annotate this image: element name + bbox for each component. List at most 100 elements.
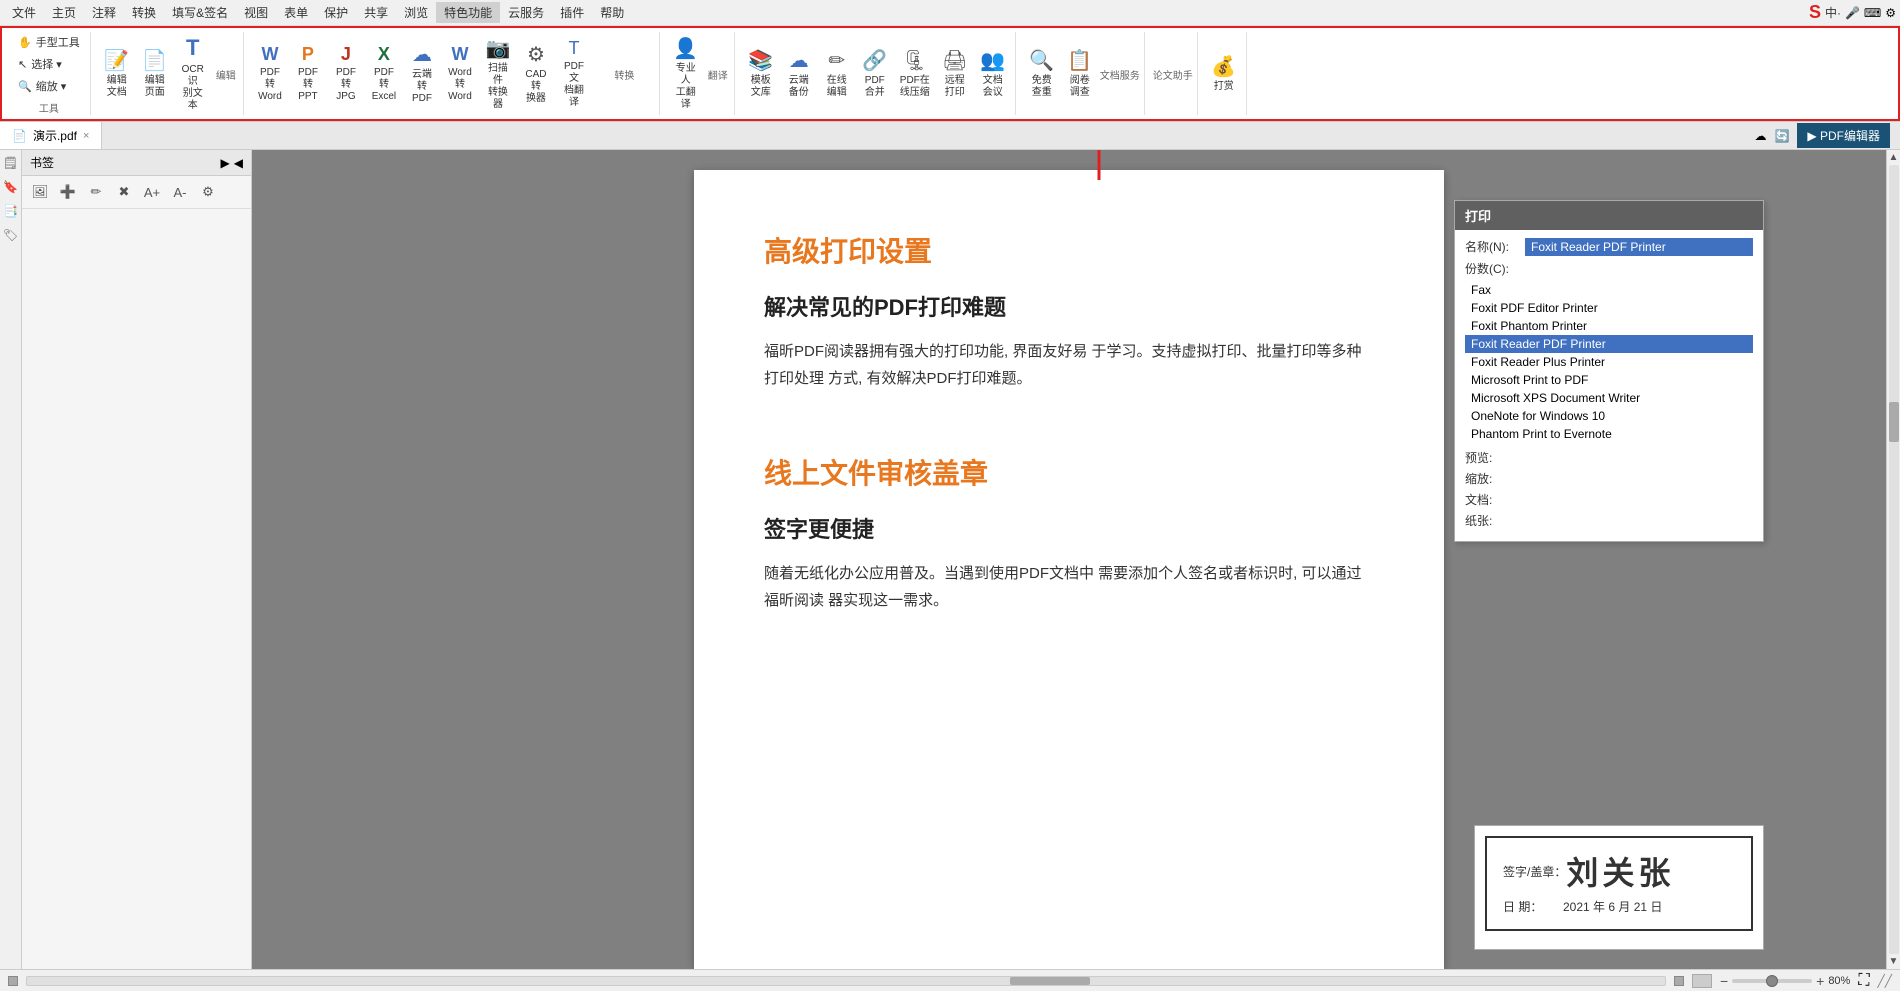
pdf-merge-btn[interactable]: 🔗 PDF合并 <box>857 46 893 102</box>
cloud-to-pdf-label: 云端转PDF <box>409 69 435 105</box>
tools-group-label: 工具 <box>14 100 84 115</box>
sidebar-tags-icon[interactable]: 🏷 <box>2 226 20 244</box>
sidebar-collapse-btn[interactable]: ◀ <box>234 156 243 170</box>
h-scrollbar-thumb[interactable] <box>1010 977 1090 985</box>
printer-foxit-editor[interactable]: Foxit PDF Editor Printer <box>1465 299 1753 317</box>
printer-foxit-reader[interactable]: Foxit Reader PDF Printer <box>1465 335 1753 353</box>
select-tool-btn[interactable]: ↖ 选择 ▾ <box>14 54 84 74</box>
print-label-copies: 份数(C): <box>1465 260 1525 277</box>
remote-print-btn[interactable]: 🖨 远程打印 <box>937 46 973 102</box>
menu-item-browse[interactable]: 浏览 <box>396 2 436 23</box>
sidebar-delete-bookmark-btn[interactable]: ✖ <box>112 180 136 204</box>
printer-onenote[interactable]: OneNote for Windows 10 <box>1465 407 1753 425</box>
pdf-to-word-btn[interactable]: W PDF转Word <box>252 41 288 107</box>
printer-phantom-evernote[interactable]: Phantom Print to Evernote <box>1465 425 1753 443</box>
page-size-btn[interactable] <box>1692 974 1712 988</box>
horizontal-scrollbar[interactable] <box>26 976 1666 986</box>
section2: 线上文件审核盖章 签字更便捷 随着无纸化办公应用普及。当遇到使用PDF文档中 需… <box>764 452 1374 614</box>
ocr-icon: T <box>186 35 199 61</box>
cad-convert-btn[interactable]: ⚙ CAD转换器 <box>518 40 554 108</box>
pdf-translate-btn[interactable]: T PDF文档翻译 <box>556 35 592 113</box>
printer-foxit-phantom[interactable]: Foxit Phantom Printer <box>1465 317 1753 335</box>
sogou-area: S 中· 🎤 ⌨ ⚙ <box>1809 2 1896 23</box>
cloud-sync-icon: ☁ <box>1754 129 1766 143</box>
sidebar-expand-btn[interactable]: ▶ <box>221 156 230 170</box>
sync-icon: 🔄 <box>1774 129 1789 143</box>
ocr-wrap: T OCR识别文本 <box>175 32 211 114</box>
word-to-word-btn[interactable]: W Word转Word <box>442 41 478 107</box>
menu-item-help[interactable]: 帮助 <box>592 2 632 23</box>
printer-ms-xps[interactable]: Microsoft XPS Document Writer <box>1465 389 1753 407</box>
menu-item-file[interactable]: 文件 <box>4 2 44 23</box>
translation-group-label: 翻译 <box>706 67 730 82</box>
menu-item-annotate[interactable]: 注释 <box>84 2 124 23</box>
menu-item-home[interactable]: 主页 <box>44 2 84 23</box>
hand-icon: ✋ <box>18 36 32 49</box>
sidebar-add-bookmark-btn[interactable]: ➕ <box>56 180 80 204</box>
sidebar-edit-bookmark-btn[interactable]: ✏ <box>84 180 108 204</box>
free-check-btn[interactable]: 🔍 免费查重 <box>1024 46 1060 102</box>
zoom-slider[interactable] <box>1732 979 1812 983</box>
ocr-btn[interactable]: T OCR识别文本 <box>175 32 211 114</box>
cloud-to-pdf-btn[interactable]: ☁ 云端转PDF <box>404 40 440 108</box>
pdf-compress-btn[interactable]: 🗜 PDF在线压缩 <box>895 46 935 102</box>
zoom-btn[interactable]: 🔍 缩放 ▾ <box>14 76 84 96</box>
sidebar-page-icon[interactable]: 🗒 <box>2 154 20 172</box>
scrollbar-thumb[interactable] <box>1889 402 1899 442</box>
sidebar-settings-btn[interactable]: ⚙ <box>196 180 220 204</box>
pdf-editor-btn[interactable]: ▶ PDF编辑器 <box>1797 123 1890 148</box>
sogou-mic[interactable]: 🎤 <box>1845 6 1860 20</box>
tab-close-btn[interactable]: × <box>83 130 89 142</box>
doc-viewer[interactable]: 高级打印设置 解决常见的PDF打印难题 福昕PDF阅读器拥有强大的打印功能, 界… <box>252 150 1886 969</box>
sogou-keyboard[interactable]: ⌨ <box>1864 6 1881 20</box>
sogou-logo: S <box>1809 2 1821 23</box>
printer-ms-pdf[interactable]: Microsoft Print to PDF <box>1465 371 1753 389</box>
menu-item-plugin[interactable]: 插件 <box>552 2 592 23</box>
menu-item-protect[interactable]: 保护 <box>316 2 356 23</box>
menu-item-special[interactable]: 特色功能 <box>436 2 500 23</box>
word-to-word-label: Word转Word <box>447 67 473 103</box>
right-scrollbar[interactable]: ▲ ▼ <box>1886 150 1900 969</box>
sidebar-font-decrease-btn[interactable]: A- <box>168 180 192 204</box>
pdf-to-jpg-btn[interactable]: J PDF转JPG <box>328 41 364 107</box>
menu-item-view[interactable]: 视图 <box>236 2 276 23</box>
reading-check-btn[interactable]: 📋 阅卷调查 <box>1062 46 1098 102</box>
scan-convert-btn[interactable]: 📷 扫描件转换器 <box>480 34 516 114</box>
cloud-backup-btn[interactable]: ☁ 云端备份 <box>781 46 817 102</box>
edit-doc-btn[interactable]: 📝 编辑文档 <box>99 46 135 102</box>
online-edit-btn[interactable]: ✏ 在线编辑 <box>819 46 855 102</box>
reward-btn[interactable]: 💰 打赏 <box>1206 52 1242 96</box>
menu-item-share[interactable]: 共享 <box>356 2 396 23</box>
bottom-right-arrow[interactable] <box>1674 976 1684 986</box>
menu-item-form[interactable]: 表单 <box>276 2 316 23</box>
doc-meeting-btn[interactable]: 👥 文档会议 <box>975 46 1011 102</box>
sidebar-font-increase-btn[interactable]: A+ <box>140 180 164 204</box>
printer-foxit-plus[interactable]: Foxit Reader Plus Printer <box>1465 353 1753 371</box>
edit-page-wrap: 📄 编辑页面 <box>137 46 173 102</box>
doc-tab[interactable]: 📄 演示.pdf × <box>0 122 102 149</box>
sidebar-img-btn[interactable]: 🖼 <box>28 180 52 204</box>
section2-title: 线上文件审核盖章 <box>764 452 1374 492</box>
stamp-label-signature: 签字/盖章： <box>1503 863 1566 880</box>
sidebar-layers-icon[interactable]: 📑 <box>2 202 20 220</box>
expert-translate-btn[interactable]: 👤 专业人工翻译 <box>668 34 704 114</box>
pdf-to-ppt-btn[interactable]: P PDF转PPT <box>290 41 326 107</box>
expand-view-btn[interactable]: ⛶ <box>1858 972 1869 990</box>
template-btn[interactable]: 📚 模板文库 <box>743 46 779 102</box>
zoom-knob[interactable] <box>1766 975 1778 987</box>
sidebar-bookmark-icon[interactable]: 🔖 <box>2 178 20 196</box>
ocr-label: OCR识别文本 <box>180 64 206 112</box>
edit-doc-icon: 📝 <box>104 49 129 73</box>
menu-item-cloud[interactable]: 云服务 <box>500 2 552 23</box>
sogou-settings[interactable]: ⚙ <box>1885 6 1896 20</box>
bottom-left-arrow[interactable] <box>8 976 18 986</box>
hand-tool-btn[interactable]: ✋ 手型工具 <box>14 32 84 52</box>
scroll-up-btn[interactable]: ▲ <box>1889 152 1899 163</box>
menu-item-sign[interactable]: 填写&签名 <box>164 2 236 23</box>
edit-page-btn[interactable]: 📄 编辑页面 <box>137 46 173 102</box>
scroll-down-btn[interactable]: ▼ <box>1889 956 1899 967</box>
diagonal-lines: ╱╱ <box>1878 974 1892 988</box>
menu-item-convert[interactable]: 转换 <box>124 2 164 23</box>
pdf-to-excel-btn[interactable]: X PDF转Excel <box>366 41 402 107</box>
printer-fax[interactable]: Fax <box>1465 281 1753 299</box>
